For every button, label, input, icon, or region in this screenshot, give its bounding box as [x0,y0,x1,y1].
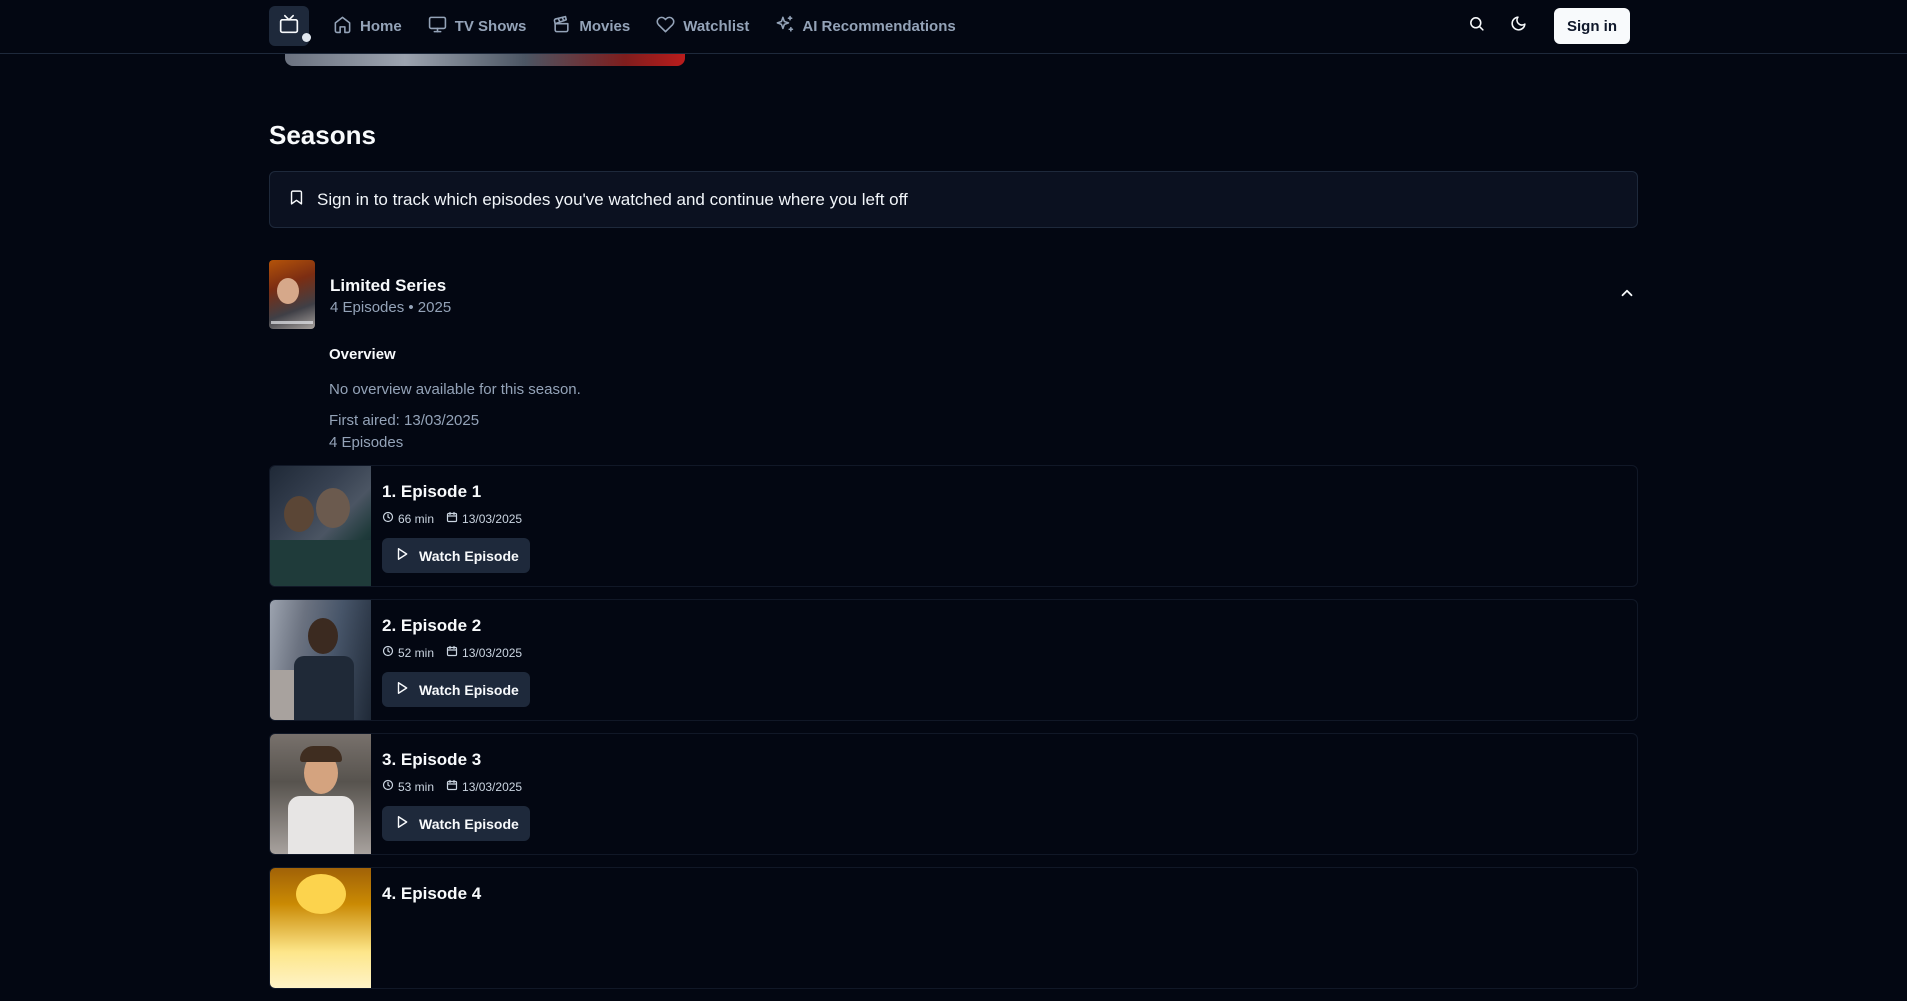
play-icon [395,547,409,564]
watch-episode-button[interactable]: Watch Episode [382,538,530,573]
episode-list: 1. Episode 1 66 min 13/03/2025 Watch Epi… [269,465,1638,1001]
chevron-up-icon [1618,289,1636,306]
nav-link-home[interactable]: Home [333,15,402,38]
episode-card[interactable]: 1. Episode 1 66 min 13/03/2025 Watch Epi… [269,465,1638,587]
watch-episode-button[interactable]: Watch Episode [382,672,530,707]
episode-runtime: 53 min [398,779,435,794]
episode-thumbnail [270,734,371,854]
tv-icon [428,15,447,38]
season-overview: Overview No overview available for this … [329,346,1129,451]
nav-link-movies[interactable]: Movies [552,15,630,38]
logo-button[interactable] [269,6,311,46]
calendar-icon [446,645,458,660]
heart-icon [656,15,675,38]
home-icon [333,15,352,38]
episode-card[interactable]: 3. Episode 3 53 min 13/03/2025 Watch Epi… [269,733,1638,855]
nav-link-label: Movies [579,17,631,35]
clock-icon [382,645,394,660]
episode-date: 13/03/2025 [462,511,523,526]
episode-thumbnail [270,466,371,586]
episode-date: 13/03/2025 [462,779,523,794]
episode-meta: 52 min 13/03/2025 [382,645,522,660]
search-button[interactable] [1466,16,1486,36]
sparkles-icon [775,15,794,38]
sign-in-button[interactable]: Sign in [1554,8,1630,44]
episode-thumbnail [270,868,371,988]
episode-runtime: 52 min [398,645,435,660]
nav-link-label: TV Shows [454,17,527,35]
overview-text: No overview available for this season. [329,381,581,398]
calendar-icon [446,511,458,526]
episode-meta: 66 min 13/03/2025 [382,511,522,526]
episode-title: 4. Episode 4 [382,884,482,903]
search-icon [1468,15,1485,37]
overview-title: Overview [329,346,396,363]
bookmark-icon [288,189,305,211]
hero-image-bottom [285,54,685,66]
episode-title: 3. Episode 3 [382,750,482,769]
nav-link-label: Watchlist [683,17,750,35]
nav-link-label: Home [360,17,402,35]
nav-links: Home TV Shows Movies Watchlist AI Recomm… [333,15,956,38]
play-icon [395,681,409,698]
tv-logo-icon [279,14,299,39]
episode-card[interactable]: 2. Episode 2 52 min 13/03/2025 Watch Epi… [269,599,1638,721]
episode-title: 2. Episode 2 [382,616,482,635]
episode-meta: 53 min 13/03/2025 [382,779,522,794]
status-dot [302,33,311,42]
nav-link-tv-shows[interactable]: TV Shows [428,15,527,38]
top-navbar: Home TV Shows Movies Watchlist AI Recomm… [0,0,1907,54]
episode-title: 1. Episode 1 [382,482,482,501]
moon-icon [1510,15,1527,37]
season-title: Limited Series [330,276,447,295]
theme-toggle-button[interactable] [1508,16,1528,36]
watch-label: Watch Episode [419,681,519,698]
watch-label: Watch Episode [419,547,519,564]
season-meta: 4 Episodes • 2025 [330,299,452,316]
section-title: Seasons [269,120,376,150]
first-aired: First aired: 13/03/2025 [329,412,480,429]
nav-link-ai-recommendations[interactable]: AI Recommendations [775,15,956,38]
episode-count: 4 Episodes [329,434,404,451]
episode-date: 13/03/2025 [462,645,523,660]
navbar-inner: Home TV Shows Movies Watchlist AI Recomm… [269,6,1630,46]
calendar-icon [446,779,458,794]
clapperboard-icon [552,15,571,38]
episode-card[interactable]: 4. Episode 4 [269,867,1638,989]
notice-text: Sign in to track which episodes you've w… [317,189,908,209]
collapse-button[interactable] [1618,284,1638,304]
season-poster [269,260,315,329]
clock-icon [382,779,394,794]
nav-link-watchlist[interactable]: Watchlist [656,15,749,38]
episode-thumbnail [270,600,371,720]
season-header[interactable]: Limited Series 4 Episodes • 2025 [269,260,1638,330]
episode-runtime: 66 min [398,511,435,526]
sign-in-notice: Sign in to track which episodes you've w… [269,171,1638,228]
clock-icon [382,511,394,526]
play-icon [395,815,409,832]
nav-actions: Sign in [1466,8,1630,44]
watch-episode-button[interactable]: Watch Episode [382,806,530,841]
watch-label: Watch Episode [419,815,519,832]
nav-link-label: AI Recommendations [802,17,956,35]
